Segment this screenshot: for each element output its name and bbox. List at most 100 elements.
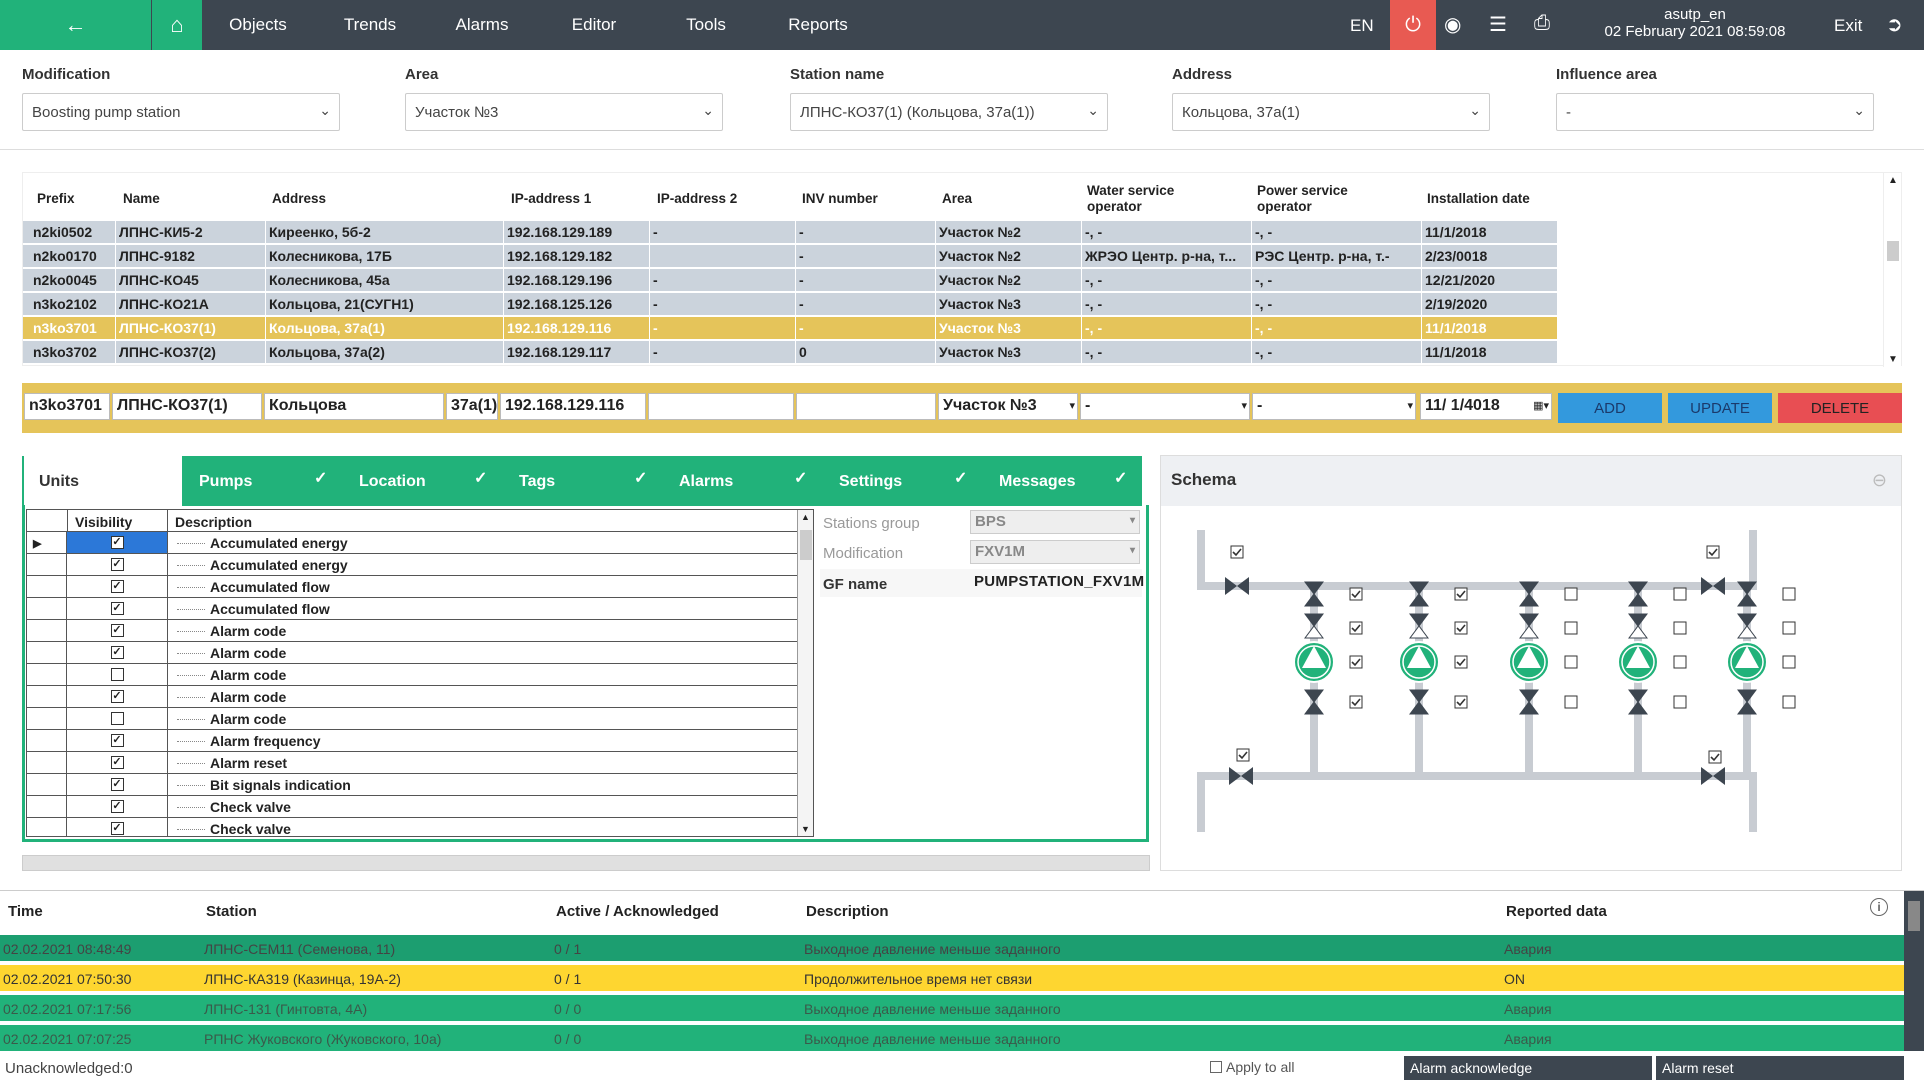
visibility-checkbox[interactable] (110, 712, 124, 725)
gf-name-value[interactable]: PUMPSTATION_FXV1M (970, 571, 1144, 595)
visibility-checkbox[interactable]: ✓ (110, 690, 124, 703)
table-row[interactable]: n3ko3702 ЛПНС-КО37(2) Кольцова, 37а(2) 192.… (23, 341, 1557, 364)
col-station[interactable]: Station (206, 903, 257, 920)
tab-tags[interactable]: Tags ✓ (502, 456, 662, 506)
scroll-down-icon[interactable]: ▼ (801, 824, 810, 834)
list-item[interactable]: ✓ Alarm reset (27, 752, 797, 774)
col-power-operator[interactable]: Power service operator (1257, 183, 1377, 215)
menu-alarms[interactable]: Alarms (426, 15, 538, 35)
scroll-up-icon[interactable]: ▲ (801, 512, 810, 522)
list-icon[interactable]: ☰ (1489, 12, 1507, 37)
menu-tools[interactable]: Tools (650, 15, 762, 35)
list-item[interactable]: ✓ Check valve (27, 796, 797, 818)
inv-input[interactable] (796, 393, 936, 420)
address-select[interactable]: Кольцова, 37а(1) ⌄ (1172, 93, 1490, 131)
menu-editor[interactable]: Editor (538, 15, 650, 35)
table-row[interactable]: n2ko0045 ЛПНС-КО45 Колесникова, 45а 192.168… (23, 269, 1557, 292)
apply-to-all-checkbox[interactable]: Apply to all (1210, 1059, 1294, 1075)
table-row[interactable]: n3ko2102 ЛПНС-КО21А Кольцова, 21(СУГН1) 192… (23, 293, 1557, 316)
col-address[interactable]: Address (272, 191, 326, 207)
alarm-row[interactable]: 02.02.2021 08:48:49 ЛПНС-СЕМ11 (Семенова,… (0, 935, 1904, 963)
tab-alarms[interactable]: Alarms ✓ (662, 456, 822, 506)
street-input[interactable]: Кольцова (264, 393, 444, 420)
tab-pumps[interactable]: Pumps ✓ (182, 456, 342, 506)
info-icon[interactable]: i (1870, 898, 1888, 916)
col-time[interactable]: Time (8, 903, 43, 920)
calendar-icon[interactable]: ▦▾ (1533, 399, 1549, 412)
list-item[interactable]: ✓ Alarm code (27, 620, 797, 642)
col-description[interactable]: Description (175, 514, 252, 530)
printer-icon[interactable]: ⎙ (1534, 12, 1550, 35)
influence-select[interactable]: - ⌄ (1556, 93, 1874, 131)
list-item[interactable]: ✓ Check valve (27, 818, 797, 836)
visibility-checkbox[interactable]: ✓ (110, 536, 124, 549)
list-item[interactable]: ✓ Accumulated energy (27, 554, 797, 576)
modification-select[interactable]: Boosting pump station ⌄ (22, 93, 340, 131)
list-item[interactable]: Alarm code (27, 664, 797, 686)
visibility-checkbox[interactable]: ✓ (110, 624, 124, 637)
scroll-up-icon[interactable]: ▲ (1888, 175, 1898, 186)
list-item[interactable]: ✓ Alarm frequency (27, 730, 797, 752)
prefix-input[interactable]: n3ko3701 (24, 393, 110, 420)
alarm-acknowledge-button[interactable]: Alarm acknowledge (1404, 1056, 1652, 1080)
list-item[interactable]: ✓ Accumulated flow (27, 598, 797, 620)
power-operator-dropdown[interactable]: - ▾ (1252, 393, 1416, 420)
alarm-row[interactable]: 02.02.2021 07:50:30 ЛПНС-КА319 (Казинца, … (0, 965, 1904, 993)
checkbox-icon[interactable] (1210, 1061, 1222, 1073)
alarm-reset-button[interactable]: Alarm reset (1656, 1056, 1904, 1080)
modification-prop-select[interactable]: FXV1M ▾ (970, 540, 1140, 564)
menu-reports[interactable]: Reports (762, 15, 874, 35)
add-button[interactable]: ADD (1558, 393, 1662, 423)
alarm-row[interactable]: 02.02.2021 07:07:25 РПНС Жуковского (Жуко… (0, 1025, 1904, 1053)
house-input[interactable]: 37а(1) (446, 393, 498, 420)
station-select[interactable]: ЛПНС-КО37(1) (Кольцова, 37а(1)) ⌄ (790, 93, 1108, 131)
tab-messages[interactable]: Messages ✓ (982, 456, 1142, 506)
tab-location[interactable]: Location ✓ (342, 456, 502, 506)
ip1-input[interactable]: 192.168.129.116 (500, 393, 646, 420)
delete-button[interactable]: DELETE (1778, 393, 1902, 423)
list-item[interactable]: ✓ Alarm code (27, 642, 797, 664)
table-row[interactable]: n3ko3701 ЛПНС-КО37(1) Кольцова, 37а(1) 192.… (23, 317, 1557, 340)
col-inv[interactable]: INV number (802, 191, 878, 207)
col-prefix[interactable]: Prefix (37, 191, 75, 207)
stations-group-select[interactable]: BPS ▾ (970, 510, 1140, 534)
list-item[interactable]: ✓ Bit signals indication (27, 774, 797, 796)
horizontal-scrollbar[interactable] (22, 855, 1150, 871)
visibility-checkbox[interactable]: ✓ (110, 800, 124, 813)
table-row[interactable]: n2ki0502 ЛПНС-КИ5-2 Киреенко, 5б-2 192.168.… (23, 221, 1557, 244)
scroll-thumb[interactable] (1908, 901, 1920, 931)
visibility-checkbox[interactable]: ✓ (110, 580, 124, 593)
installation-date-picker[interactable]: 11/ 1/4018 ▦▾ (1420, 393, 1552, 420)
collapse-icon[interactable]: ⊖ (1872, 470, 1887, 491)
logout-icon[interactable]: ➲ (1886, 12, 1903, 37)
tab-units[interactable]: Units (22, 456, 182, 506)
alarm-row[interactable]: 02.02.2021 07:17:56 ЛПНС-131 (Гинтовта, 4… (0, 995, 1904, 1023)
table-row[interactable]: n2ko0170 ЛПНС-9182 Колесникова, 17Б 192.168… (23, 245, 1557, 268)
visibility-checkbox[interactable] (110, 668, 124, 681)
visibility-checkbox[interactable]: ✓ (110, 756, 124, 769)
col-area[interactable]: Area (942, 191, 972, 207)
units-scrollbar[interactable]: ▲ ▼ (797, 510, 813, 836)
back-button[interactable]: ← (0, 0, 151, 50)
col-name[interactable]: Name (123, 191, 160, 207)
col-ip2[interactable]: IP-address 2 (657, 191, 737, 207)
list-item[interactable]: Alarm code (27, 708, 797, 730)
col-reported-data[interactable]: Reported data (1506, 903, 1607, 920)
area-dropdown[interactable]: Участок №3 ▾ (938, 393, 1078, 420)
visibility-checkbox[interactable]: ✓ (110, 778, 124, 791)
visibility-checkbox[interactable]: ✓ (110, 822, 124, 835)
broadcast-icon[interactable]: ◉ (1444, 12, 1461, 37)
scroll-thumb[interactable] (800, 530, 812, 560)
alarm-scrollbar[interactable] (1904, 891, 1924, 1051)
visibility-checkbox[interactable]: ✓ (110, 734, 124, 747)
water-operator-dropdown[interactable]: - ▾ (1080, 393, 1250, 420)
scroll-down-icon[interactable]: ▼ (1888, 354, 1898, 365)
list-item[interactable]: ▶ ✓ Accumulated energy (27, 532, 797, 554)
list-item[interactable]: ✓ Accumulated flow (27, 576, 797, 598)
col-visibility[interactable]: Visibility (75, 514, 132, 530)
col-active-ack[interactable]: Active / Acknowledged (556, 903, 719, 920)
alarm-button[interactable]: ⏻ (1390, 0, 1436, 50)
col-ip1[interactable]: IP-address 1 (511, 191, 591, 207)
exit-button[interactable]: Exit (1834, 16, 1862, 36)
list-item[interactable]: ✓ Alarm code (27, 686, 797, 708)
